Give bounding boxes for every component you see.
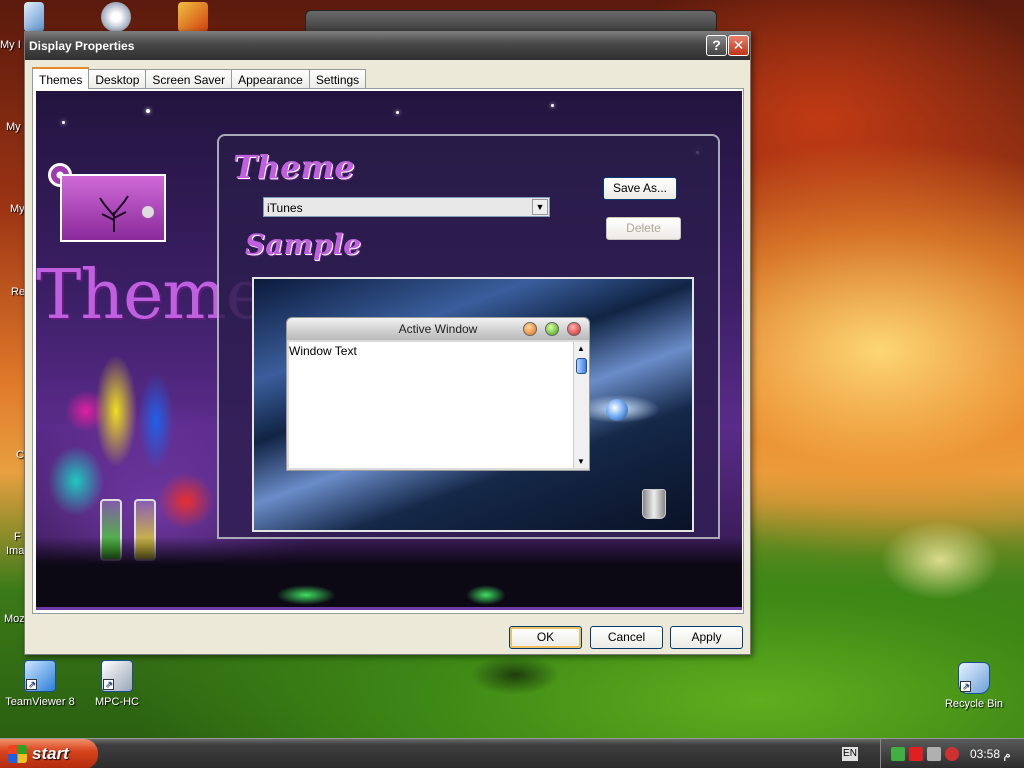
tab-desktop[interactable]: Desktop (88, 69, 147, 89)
ok-button[interactable]: OK (509, 626, 582, 649)
wallpaper-sun-glow (880, 520, 1000, 600)
start-button[interactable]: start (0, 739, 98, 768)
sample-window-title: Active Window (398, 322, 478, 336)
desktop-icon-label-partial[interactable]: My (6, 121, 21, 133)
shield-icon[interactable] (909, 747, 923, 761)
desktop-icon-label-partial[interactable]: My (10, 203, 25, 215)
maximize-icon (545, 322, 559, 336)
sample-window-titlebar: Active Window (287, 318, 589, 340)
scroll-down-icon: ▼ (577, 457, 585, 466)
apple-icon (606, 399, 628, 421)
window-title: Display Properties (29, 39, 135, 53)
start-label: start (32, 744, 69, 763)
theme-label: Theme (233, 148, 355, 186)
tab-appearance[interactable]: Appearance (231, 69, 310, 89)
desktop-icon-label: Recycle Bin (944, 698, 1004, 710)
window-titlebar[interactable]: Display Properties ? ✕ (25, 32, 750, 60)
tab-settings[interactable]: Settings (308, 69, 367, 89)
star-decoration (146, 109, 150, 113)
printer-icon[interactable] (927, 747, 941, 761)
chevron-down-icon[interactable]: ▼ (532, 199, 548, 215)
desktop-icon-label-partial[interactable]: Ima (6, 545, 24, 557)
minimize-icon (523, 322, 537, 336)
desktop-icon-label-partial[interactable]: C (16, 449, 24, 461)
help-button[interactable]: ? (706, 35, 727, 56)
tab-themes[interactable]: Themes (32, 67, 90, 89)
desktop-icon-label-partial[interactable]: Re (11, 286, 25, 298)
desktop-icon-top[interactable] (101, 2, 131, 32)
delete-button[interactable]: Delete (606, 217, 681, 240)
desktop-icon-mpc-hc[interactable]: ↗ MPC-HC (77, 660, 157, 708)
display-properties-window: Display Properties ? ✕ Themes Desktop Sc… (24, 31, 751, 655)
network-icon[interactable] (891, 747, 905, 761)
clock[interactable]: 03:58 م (970, 747, 1011, 761)
language-indicator[interactable]: EN (842, 747, 858, 761)
themes-tab-panel: Themes Theme iTunes ▼ Save As... Delete … (32, 88, 744, 614)
tree-icon (99, 195, 129, 232)
star-decoration (62, 121, 65, 124)
moon-icon (142, 206, 154, 218)
themes-background: Themes Theme iTunes ▼ Save As... Delete … (36, 91, 742, 610)
theme-logo-image (60, 174, 166, 242)
glow-decoration (466, 585, 506, 605)
scroll-thumb (576, 358, 587, 374)
desktop-icon-top[interactable] (178, 2, 208, 32)
treeline-decoration (36, 537, 742, 607)
mpc-hc-icon: ↗ (101, 660, 133, 692)
theme-settings-panel: Theme iTunes ▼ Save As... Delete Sample … (217, 134, 720, 539)
sample-scrollbar: ▲ ▼ (573, 342, 589, 468)
desktop-icon-label: MPC-HC (95, 696, 139, 708)
save-as-button[interactable]: Save As... (603, 177, 677, 200)
glow-decoration (276, 585, 336, 605)
desktop-icon-label-partial[interactable]: My I (0, 39, 21, 51)
recycle-bin-icon: ↗ (958, 662, 990, 694)
teamviewer-icon: ↗ (24, 660, 56, 692)
desktop-icon-label-partial[interactable]: Moz (4, 613, 25, 625)
desktop-icon-recycle-bin[interactable]: ↗ Recycle Bin (934, 662, 1014, 710)
close-icon (567, 322, 581, 336)
desktop-icon-label: TeamViewer 8 (5, 696, 75, 708)
sample-label: Sample (245, 228, 362, 261)
sample-active-window: Active Window Window Text ▲ ▼ (286, 317, 590, 471)
taskbar: start EN 03:58 م (0, 738, 1024, 768)
close-button[interactable]: ✕ (728, 35, 749, 56)
theme-dropdown-value: iTunes (267, 201, 303, 215)
desktop-icon-teamviewer[interactable]: ↗ TeamViewer 8 (0, 660, 80, 708)
wallpaper-tree (470, 655, 560, 695)
sample-preview: Active Window Window Text ▲ ▼ (252, 277, 694, 532)
desktop-icon-top[interactable] (24, 2, 44, 32)
sample-window-body: Window Text (289, 342, 573, 468)
antivirus-icon[interactable] (945, 747, 959, 761)
star-decoration (396, 111, 399, 114)
tab-screen-saver[interactable]: Screen Saver (145, 69, 233, 89)
star-decoration (551, 104, 554, 107)
tab-strip: Themes Desktop Screen Saver Appearance S… (32, 67, 367, 89)
desktop-icon-label-partial[interactable]: F (14, 531, 21, 543)
scroll-up-icon: ▲ (577, 344, 585, 353)
cancel-button[interactable]: Cancel (590, 626, 663, 649)
apply-button[interactable]: Apply (670, 626, 743, 649)
theme-dropdown[interactable]: iTunes ▼ (263, 197, 550, 217)
trash-icon (642, 489, 666, 519)
windows-logo-icon (8, 745, 27, 763)
